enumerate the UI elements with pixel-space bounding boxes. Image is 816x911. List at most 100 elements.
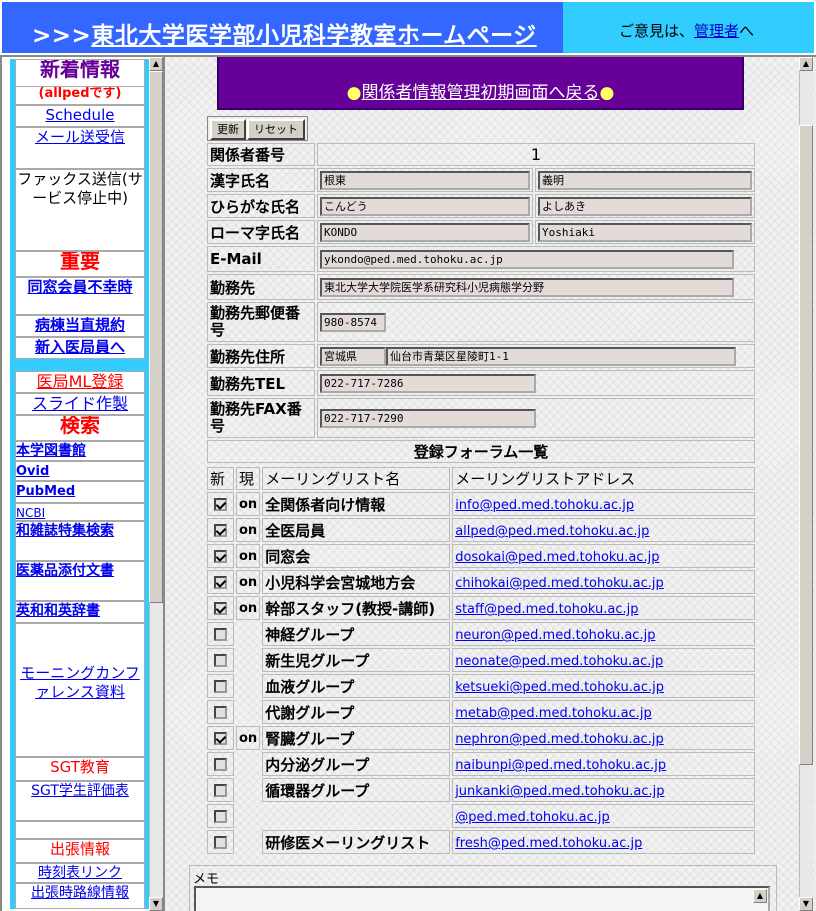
forum-checkbox[interactable]: [214, 758, 227, 771]
fax-field[interactable]: 022-717-7290: [320, 408, 536, 428]
sidebar-item-mail[interactable]: メール送受信: [15, 127, 145, 169]
forum-address-link[interactable]: naibunpi@ped.med.tohoku.ac.jp: [455, 758, 666, 773]
forum-checkbox[interactable]: [214, 628, 227, 641]
main-scroll-down-icon[interactable]: ▼: [799, 897, 813, 911]
sidebar-item-ovid[interactable]: Ovid: [15, 461, 145, 481]
forum-name: 新生児グループ: [262, 648, 451, 672]
forum-checkbox[interactable]: [214, 680, 227, 693]
prefecture-field[interactable]: 宮城県: [320, 346, 386, 366]
forum-address-link[interactable]: chihokai@ped.med.tohoku.ac.jp: [455, 576, 664, 591]
email-field[interactable]: ykondo@ped.med.tohoku.ac.jp: [320, 249, 734, 269]
site-title-link[interactable]: 東北大学医学部小児科学教室ホームページ: [91, 23, 536, 49]
forum-address-link[interactable]: info@ped.med.tohoku.ac.jp: [455, 498, 634, 513]
forum-address-link[interactable]: allped@ped.med.tohoku.ac.jp: [455, 524, 649, 539]
forum-address-link[interactable]: nephron@ped.med.tohoku.ac.jp: [455, 732, 664, 747]
forum-status: [236, 700, 260, 724]
sidebar-item-pubmed[interactable]: PubMed: [15, 481, 145, 503]
forum-checkbox[interactable]: [214, 706, 227, 719]
sidebar-scrollbar[interactable]: ▲ ▼: [149, 57, 163, 911]
sidebar-item-drug-info[interactable]: 医薬品添付文書: [15, 561, 145, 601]
zip-field[interactable]: 980-8574: [320, 312, 386, 332]
forum-checkbox[interactable]: [214, 524, 227, 537]
hiragana-family-field[interactable]: こんどう: [320, 196, 530, 216]
title-prefix: >>>: [32, 23, 92, 49]
sidebar-item-library[interactable]: 本学図書館: [15, 441, 145, 461]
kanji-family-field[interactable]: 根東: [320, 170, 530, 190]
forum-checkbox[interactable]: [214, 576, 227, 589]
scroll-down-arrow-icon[interactable]: ▼: [149, 897, 163, 911]
scroll-up-arrow-icon[interactable]: ▲: [149, 57, 163, 71]
sidebar-nav: 新着情報 (allpedです) Schedule メール送受信 ファックス送信(…: [10, 59, 150, 909]
forum-address-link[interactable]: ketsueki@ped.med.tohoku.ac.jp: [455, 680, 664, 695]
forum-checkbox-cell: [207, 648, 234, 672]
forum-checkbox-cell: [207, 778, 234, 802]
forum-checkbox[interactable]: [214, 550, 227, 563]
sidebar-item-schedule[interactable]: Schedule: [15, 105, 145, 127]
tel-field[interactable]: 022-717-7286: [320, 373, 536, 393]
forum-checkbox-cell: [207, 492, 234, 516]
forum-address-link[interactable]: staff@ped.med.tohoku.ac.jp: [455, 602, 638, 617]
site-title: >>>東北大学医学部小児科学教室ホームページ: [32, 16, 537, 50]
col-ml-name-header: メーリングリスト名: [262, 467, 451, 490]
reset-button[interactable]: リセット: [247, 119, 305, 140]
romaji-given-field[interactable]: Yoshiaki: [538, 222, 752, 242]
sidebar-item-newcomers[interactable]: 新入医局員へ: [15, 337, 145, 359]
col-new-header: 新: [207, 467, 234, 490]
forum-checkbox[interactable]: [214, 784, 227, 797]
sidebar-heading-news: 新着情報: [15, 59, 145, 87]
sidebar-item-route[interactable]: 出張時路線情報: [15, 883, 145, 909]
sidebar-scroll-thumb[interactable]: [149, 71, 163, 603]
forum-address-link[interactable]: neuron@ped.med.tohoku.ac.jp: [455, 628, 655, 643]
forum-address-link[interactable]: fresh@ped.med.tohoku.ac.jp: [455, 836, 642, 851]
forum-address-cell: staff@ped.med.tohoku.ac.jp: [452, 596, 755, 620]
forum-status: on: [236, 726, 261, 750]
admin-link[interactable]: 管理者: [694, 22, 739, 40]
sidebar-item-trip: 出張情報: [15, 839, 145, 863]
sidebar-item-alumni[interactable]: 同窓会員不幸時: [15, 277, 145, 315]
address-field[interactable]: 仙台市青葉区星陵町1-1: [386, 346, 736, 366]
main-scrollbar[interactable]: ▲ ▼: [799, 57, 813, 911]
kanji-given-field[interactable]: 義明: [538, 170, 752, 190]
main-scroll-up-icon[interactable]: ▲: [799, 57, 813, 71]
member-no-label: 関係者番号: [207, 143, 315, 166]
forum-checkbox[interactable]: [214, 654, 227, 667]
hiragana-name-label: ひらがな氏名: [207, 194, 315, 218]
hiragana-given-field[interactable]: よしあき: [538, 196, 752, 216]
forum-address-link[interactable]: neonate@ped.med.tohoku.ac.jp: [455, 654, 663, 669]
forum-checkbox[interactable]: [214, 810, 227, 823]
forum-checkbox[interactable]: [214, 498, 227, 511]
forum-table: 新 現 メーリングリスト名 メーリングリストアドレス on 全関係者向け情報 inf…: [205, 465, 757, 856]
forum-status: on: [236, 518, 261, 542]
sidebar-item-timetable[interactable]: 時刻表リンク: [15, 863, 145, 883]
forum-address-cell: naibunpi@ped.med.tohoku.ac.jp: [452, 752, 755, 776]
sidebar-item-dictionary[interactable]: 英和和英辞書: [15, 601, 145, 623]
update-button[interactable]: 更新: [210, 119, 246, 140]
sidebar-item-morning-conf[interactable]: モーニングカンファレンス資料: [15, 623, 145, 757]
forum-checkbox[interactable]: [214, 732, 227, 745]
forum-checkbox[interactable]: [214, 836, 227, 849]
forum-address-link[interactable]: junkanki@ped.med.tohoku.ac.jp: [455, 784, 664, 799]
forum-name: 研修医メーリングリスト: [262, 830, 451, 854]
sidebar-item-ncbi[interactable]: NCBI: [15, 503, 145, 521]
forum-address-cell: metab@ped.med.tohoku.ac.jp: [452, 700, 755, 724]
memo-textarea[interactable]: ▲: [194, 886, 770, 911]
workplace-field[interactable]: 東北大学大学院医学系研究科小児病態学分野: [320, 277, 734, 297]
back-banner: ●関係者情報管理初期画面へ戻る●: [217, 57, 744, 110]
forum-row: @ped.med.tohoku.ac.jp: [207, 804, 755, 828]
forum-checkbox[interactable]: [214, 602, 227, 615]
sidebar-item-slides[interactable]: スライド作製: [15, 393, 145, 415]
main-frame: ●関係者情報管理初期画面へ戻る● 更新 リセット 関係者番号 1 漢字氏名 根東…: [163, 55, 816, 911]
forum-address-link[interactable]: @ped.med.tohoku.ac.jp: [455, 810, 610, 825]
sidebar-item-sgt-eval[interactable]: SGT学生評価表: [15, 781, 145, 821]
sidebar-item-jp-journals[interactable]: 和雑誌特集検索: [15, 521, 145, 561]
memo-scroll-up-icon[interactable]: ▲: [753, 889, 767, 903]
sidebar-item-ml-register[interactable]: 医局ML登録: [15, 371, 145, 393]
sidebar-item-duty-rules[interactable]: 病棟当直規約: [15, 315, 145, 337]
forum-row: on 幹部スタッフ(教授-講師) staff@ped.med.tohoku.ac.j…: [207, 596, 755, 620]
forum-address-link[interactable]: metab@ped.med.tohoku.ac.jp: [455, 706, 652, 721]
member-no-value: 1: [317, 143, 755, 166]
forum-address-link[interactable]: dosokai@ped.med.tohoku.ac.jp: [455, 550, 659, 565]
romaji-family-field[interactable]: KONDO: [320, 222, 530, 242]
main-scroll-thumb[interactable]: [799, 125, 813, 765]
back-link[interactable]: ●関係者情報管理初期画面へ戻る●: [219, 78, 742, 103]
